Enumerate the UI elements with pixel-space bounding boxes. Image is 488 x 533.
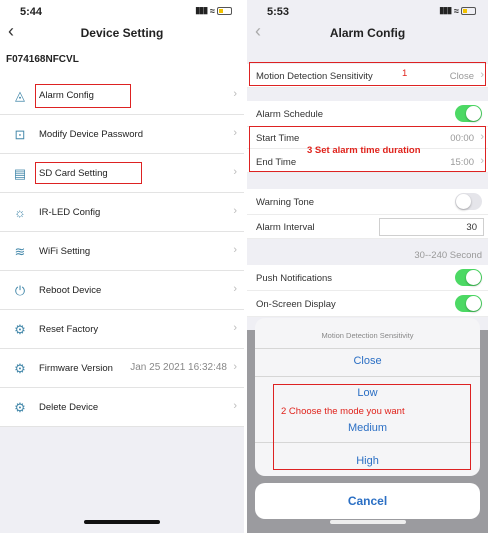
alarm-interval-label: Alarm Interval bbox=[256, 222, 315, 233]
list-item-label: Modify Device Password bbox=[39, 129, 144, 140]
list-item-label: Reboot Device bbox=[39, 285, 102, 296]
nav-bar: ‹ Alarm Config bbox=[247, 21, 488, 44]
lock-icon: ⊡ bbox=[14, 127, 26, 142]
chevron-right-icon: › bbox=[233, 127, 237, 139]
push-notifications-toggle[interactable] bbox=[455, 269, 482, 286]
battery-icon bbox=[461, 6, 476, 15]
list-item-label: Delete Device bbox=[39, 402, 99, 413]
signal-icon: ▮▮▮ bbox=[439, 5, 452, 15]
chevron-right-icon: › bbox=[233, 361, 237, 373]
chevron-right-icon: › bbox=[233, 88, 237, 100]
chevron-right-icon: › bbox=[233, 283, 237, 295]
list-item-delete-device[interactable]: ⚙ Delete Device › bbox=[0, 388, 244, 427]
list-item-label: WiFi Setting bbox=[39, 246, 91, 257]
list-item-label: Firmware Version bbox=[39, 363, 113, 374]
wifi-status-icon: ≈ bbox=[210, 5, 215, 16]
status-bar: 5:53 ▮▮▮ ≈ bbox=[247, 0, 488, 22]
led-icon: ☼ bbox=[14, 205, 26, 220]
status-icons: ▮▮▮ ≈ bbox=[439, 5, 476, 16]
warning-tone-row: Warning Tone bbox=[247, 189, 488, 215]
push-notifications-row: Push Notifications bbox=[247, 265, 488, 291]
sheet-divider bbox=[255, 348, 480, 349]
status-icons: ▮▮▮ ≈ bbox=[195, 5, 232, 16]
sd-card-icon: ▤ bbox=[13, 166, 27, 181]
wifi-icon: ≋ bbox=[14, 244, 26, 259]
highlight-alarm-config bbox=[35, 84, 131, 108]
on-screen-display-toggle[interactable] bbox=[455, 295, 482, 312]
signal-icon: ▮▮▮ bbox=[195, 5, 208, 15]
alarm-config-screen: 5:53 ▮▮▮ ≈ ‹ Alarm Config Motion Detecti… bbox=[247, 0, 488, 533]
chevron-right-icon: › bbox=[233, 400, 237, 412]
status-time: 5:44 bbox=[20, 6, 43, 18]
alarm-schedule-row: Alarm Schedule bbox=[247, 101, 488, 127]
gear-icon: ⚙ bbox=[14, 322, 26, 337]
alarm-interval-input[interactable]: 30 bbox=[379, 218, 484, 236]
alarm-interval-hint: 30--240 Second bbox=[414, 250, 482, 261]
push-notifications-label: Push Notifications bbox=[256, 273, 333, 284]
list-item-wifi[interactable]: ≋ WiFi Setting › bbox=[0, 232, 244, 271]
gear-icon: ⚙ bbox=[14, 361, 26, 376]
empty-area bbox=[0, 427, 244, 533]
nav-bar: ‹ Device Setting bbox=[0, 21, 244, 44]
list-item-reset-factory[interactable]: ⚙ Reset Factory › bbox=[0, 310, 244, 349]
highlight-motion-sensitivity bbox=[249, 62, 486, 86]
home-indicator bbox=[84, 520, 160, 524]
list-item-firmware[interactable]: ⚙ Firmware Version Jan 25 2021 16:32:48 … bbox=[0, 349, 244, 388]
alarm-schedule-toggle[interactable] bbox=[455, 105, 482, 122]
warning-tone-label: Warning Tone bbox=[256, 197, 315, 208]
sheet-divider bbox=[255, 376, 480, 377]
status-time: 5:53 bbox=[267, 6, 290, 18]
option-close[interactable]: Close bbox=[255, 355, 480, 367]
wifi-status-icon: ≈ bbox=[454, 5, 459, 16]
alarm-schedule-label: Alarm Schedule bbox=[256, 109, 324, 120]
chevron-right-icon: › bbox=[233, 322, 237, 334]
highlight-time-duration bbox=[249, 126, 486, 172]
list-item-modify-password[interactable]: ⊡ Modify Device Password › bbox=[0, 115, 244, 154]
gear-icon: ⚙ bbox=[14, 400, 26, 415]
on-screen-display-label: On-Screen Display bbox=[256, 299, 336, 310]
device-setting-screen: 5:44 ▮▮▮ ≈ ‹ Device Setting F074168NFCVL… bbox=[0, 0, 244, 533]
alarm-interval-row: Alarm Interval 30 bbox=[247, 215, 488, 239]
sheet-title: Motion Detection Sensitivity bbox=[321, 331, 414, 340]
list-item-ir-led[interactable]: ☼ IR-LED Config › bbox=[0, 193, 244, 232]
list-item-reboot[interactable]: ⏻ Reboot Device › bbox=[0, 271, 244, 310]
highlight-mode-options bbox=[273, 384, 471, 470]
chevron-right-icon: › bbox=[233, 244, 237, 256]
warning-tone-toggle[interactable] bbox=[455, 193, 482, 210]
chevron-right-icon: › bbox=[233, 166, 237, 178]
cancel-button[interactable]: Cancel bbox=[255, 483, 480, 519]
power-icon: ⏻ bbox=[14, 283, 26, 298]
on-screen-display-row: On-Screen Display bbox=[247, 291, 488, 317]
device-id: F074168NFCVL bbox=[6, 54, 79, 65]
battery-icon bbox=[217, 6, 232, 15]
list-item-label: IR-LED Config bbox=[39, 207, 101, 218]
home-indicator bbox=[329, 520, 406, 524]
page-title: Alarm Config bbox=[329, 26, 406, 40]
page-title: Device Setting bbox=[80, 26, 164, 40]
firmware-version-value: Jan 25 2021 16:32:48 bbox=[130, 362, 227, 373]
bell-icon: ◬ bbox=[15, 88, 25, 103]
highlight-sd-card bbox=[35, 162, 142, 184]
chevron-right-icon: › bbox=[233, 205, 237, 217]
list-item-label: Reset Factory bbox=[39, 324, 99, 335]
status-bar: 5:44 ▮▮▮ ≈ bbox=[0, 0, 244, 22]
